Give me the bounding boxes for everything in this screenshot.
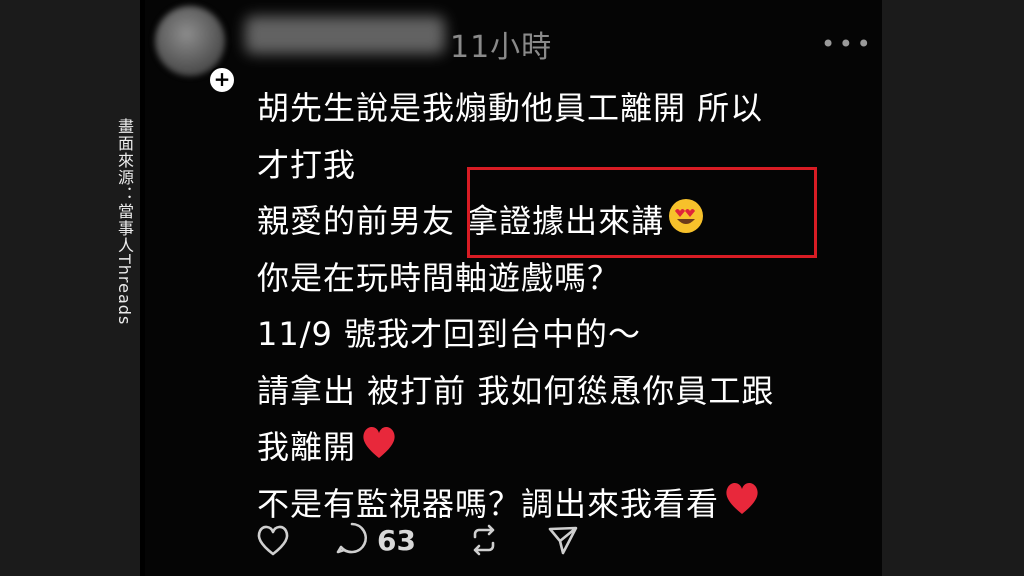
- red-heart-emoji: [360, 421, 398, 478]
- post-line: 胡先生說是我煽動他員工離開 所以: [257, 89, 764, 127]
- plus-icon: +: [213, 67, 231, 91]
- reply-count: 63: [377, 523, 416, 557]
- comment-icon: [335, 521, 369, 559]
- avatar[interactable]: [155, 6, 225, 76]
- follow-button[interactable]: +: [208, 66, 236, 94]
- source-credit: 畫面來源：當事人Threads: [115, 118, 134, 326]
- more-horizontal-icon[interactable]: • • •: [821, 30, 871, 58]
- highlight-box: [467, 167, 817, 258]
- post-line: 請拿出 被打前 我如何慫恿你員工跟: [257, 371, 775, 410]
- post-body: 胡先生說是我煽動他員工離開 所以 才打我 親愛的前男友 拿證據出來講 你是在玩時…: [257, 80, 857, 532]
- right-side-panel: [882, 0, 1024, 576]
- post-line: 11/9 號我才回到台中的～: [257, 315, 642, 353]
- post-line: 我離開: [257, 419, 857, 476]
- reply-action[interactable]: 63: [335, 520, 416, 560]
- username-blurred[interactable]: [245, 16, 445, 54]
- threads-post: + 11小時 • • • 胡先生說是我煽動他員工離開 所以 才打我 親愛的前男友…: [145, 0, 882, 576]
- send-icon[interactable]: [547, 520, 579, 560]
- repost-icon[interactable]: [467, 520, 501, 560]
- red-heart-emoji: [723, 477, 761, 534]
- post-timestamp: 11小時: [450, 30, 553, 65]
- heart-icon[interactable]: [255, 520, 291, 560]
